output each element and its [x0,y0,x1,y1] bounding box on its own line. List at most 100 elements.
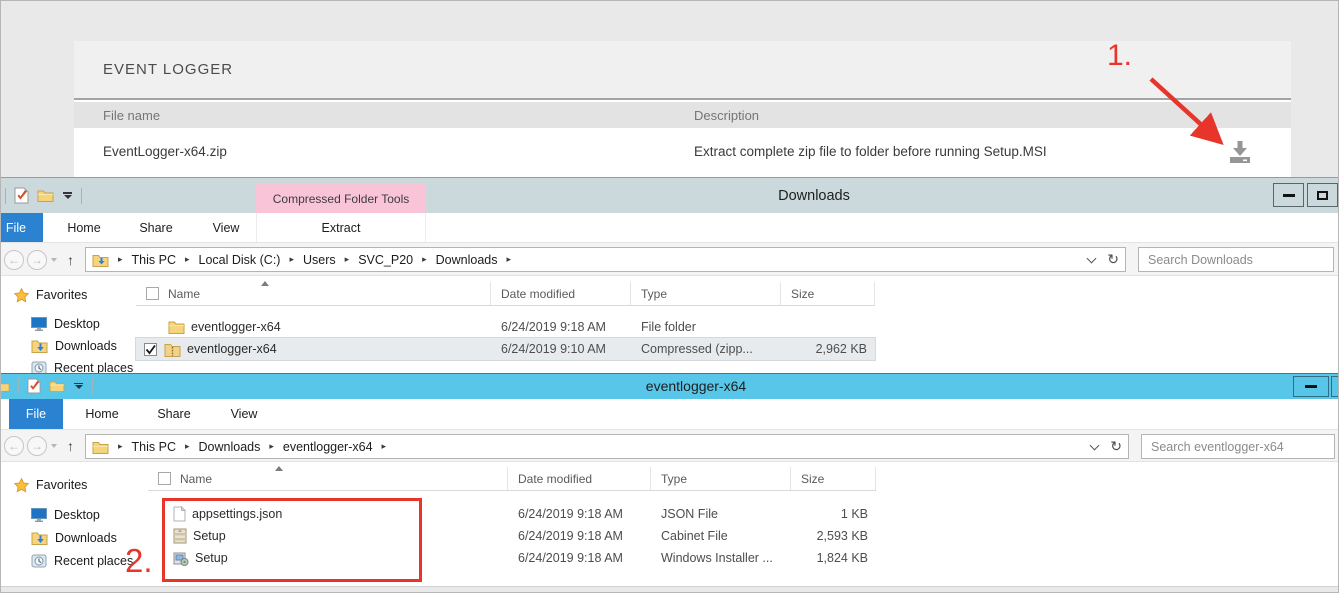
tab-share[interactable]: Share [125,213,187,242]
sidebar-item-desktop[interactable]: Desktop [31,314,100,334]
description-cell: Extract complete zip file to folder befo… [694,144,1047,159]
sidebar-item-downloads[interactable]: Downloads [31,528,117,548]
annotation-step-1: 1. [1107,39,1132,73]
tab-home[interactable]: Home [53,213,115,242]
select-all-checkbox[interactable] [146,287,159,300]
column-header-size[interactable]: Size [781,282,875,305]
navigation-buttons: ← → ↑ [4,436,74,456]
tab-file[interactable]: File [9,399,63,429]
up-icon[interactable]: ↑ [67,438,74,454]
breadcrumb-local-disk[interactable]: Local Disk (C:) [197,251,283,269]
address-box[interactable]: This PC Local Disk (C:) Users SVC_P20 Do… [85,247,1126,272]
qat-customize-icon[interactable] [73,383,84,390]
column-file-name: File name [103,108,160,123]
breadcrumb-svc-p20[interactable]: SVC_P20 [356,251,415,269]
download-icon[interactable] [1226,140,1256,166]
titlebar: Compressed Folder Tools Downloads [1,177,1339,213]
breadcrumb-arrow-icon [415,254,434,265]
breadcrumb-this-pc[interactable]: This PC [130,438,178,456]
navigation-buttons: ← → ↑ [4,250,74,270]
refresh-icon[interactable]: ↻ [1110,438,1122,455]
breadcrumb-users[interactable]: Users [301,251,338,269]
maximize-button[interactable] [1331,376,1339,397]
breadcrumb-this-pc[interactable]: This PC [130,251,178,269]
file-row-setup-msi[interactable]: Setup 6/24/2019 9:18 AM Windows Installe… [148,547,876,569]
downloads-folder-icon [31,339,48,353]
window-body: Favorites Desktop Downloads [1,462,1339,586]
back-icon[interactable]: ← [4,436,24,456]
forward-icon[interactable]: → [27,436,47,456]
breadcrumb-downloads[interactable]: Downloads [197,438,263,456]
new-folder-icon[interactable] [37,189,54,202]
screenshot-root: EVENT LOGGER File name Description Event… [0,0,1339,593]
minimize-button[interactable] [1293,376,1329,397]
breadcrumb-arrow-icon [338,254,357,265]
contextual-tab-compressed-folder-tools[interactable]: Compressed Folder Tools [256,184,426,214]
search-input[interactable] [1138,247,1334,272]
tab-home[interactable]: Home [71,399,133,429]
sidebar-item-recent-places[interactable]: Recent places [31,358,133,373]
search-input[interactable] [1141,434,1335,459]
file-name-cell: EventLogger-x64.zip [103,144,227,159]
row-checkbox-checked[interactable] [144,343,157,356]
column-header-date-modified[interactable]: Date modified [491,282,631,305]
properties-icon[interactable] [27,378,41,394]
download-page: EVENT LOGGER File name Description Event… [1,1,1339,177]
sort-ascending-icon [261,281,269,286]
tab-view[interactable]: View [197,213,255,242]
cabinet-file-icon [173,528,187,544]
select-all-checkbox[interactable] [158,472,171,485]
sidebar-group-favorites[interactable]: Favorites [14,285,87,305]
file-row-folder[interactable]: eventlogger-x64 6/24/2019 9:18 AM File f… [136,316,875,338]
star-icon [14,288,29,303]
star-icon [14,478,29,493]
address-box[interactable]: This PC Downloads eventlogger-x64 ↻ [85,434,1129,459]
page-title: EVENT LOGGER [103,61,233,78]
breadcrumb-arrow-icon [262,441,281,452]
tab-file[interactable]: File [1,213,43,242]
column-header-type[interactable]: Type [631,282,781,305]
breadcrumb-arrow-icon [375,441,394,452]
sidebar-group-favorites[interactable]: Favorites [14,475,87,495]
column-header-type[interactable]: Type [651,467,791,490]
breadcrumb-arrow-icon [111,254,130,265]
breadcrumb-arrow-icon [178,254,197,265]
column-header-name[interactable]: Name [136,282,491,305]
ribbon-tabs: File Home Share View [1,399,1339,429]
qat-customize-icon[interactable] [62,192,73,199]
tab-extract[interactable]: Extract [256,213,426,242]
column-header-name[interactable]: Name [148,467,508,490]
address-location-icon [92,253,109,267]
file-row-appsettings[interactable]: appsettings.json 6/24/2019 9:18 AM JSON … [148,503,876,525]
maximize-button[interactable] [1307,183,1338,207]
address-dropdown-icon[interactable] [1087,253,1097,263]
tab-view[interactable]: View [215,399,273,429]
sidebar-item-recent-places[interactable]: Recent places [31,551,133,571]
forward-icon[interactable]: → [27,250,47,270]
address-dropdown-icon[interactable] [1090,440,1100,450]
quick-access-toolbar [5,187,82,204]
column-header-size[interactable]: Size [791,467,876,490]
refresh-icon[interactable]: ↻ [1107,251,1119,268]
table-header: File name Description [74,102,1291,128]
minimize-button[interactable] [1273,183,1304,207]
breadcrumb: This PC Downloads eventlogger-x64 [111,438,393,456]
properties-icon[interactable] [14,187,29,204]
sidebar-item-desktop[interactable]: Desktop [31,505,100,525]
up-icon[interactable]: ↑ [67,252,74,268]
recent-locations-icon[interactable] [51,258,57,262]
new-folder-icon[interactable] [49,380,65,392]
sidebar-item-downloads[interactable]: Downloads [31,336,117,356]
tab-share[interactable]: Share [143,399,205,429]
file-row-setup-cab[interactable]: Setup 6/24/2019 9:18 AM Cabinet File 2,5… [148,525,876,547]
window-system-icon [1,380,10,392]
breadcrumb-eventlogger-x64[interactable]: eventlogger-x64 [281,438,375,456]
back-icon[interactable]: ← [4,250,24,270]
recent-locations-icon[interactable] [51,444,57,448]
recent-places-icon [31,361,47,373]
list-column-headers: Name Date modified Type Size [136,282,875,306]
breadcrumb-downloads[interactable]: Downloads [434,251,500,269]
column-header-date-modified[interactable]: Date modified [508,467,651,490]
recent-places-icon [31,554,47,568]
file-row-zip-selected[interactable]: eventlogger-x64 6/24/2019 9:10 AM Compre… [136,338,875,360]
